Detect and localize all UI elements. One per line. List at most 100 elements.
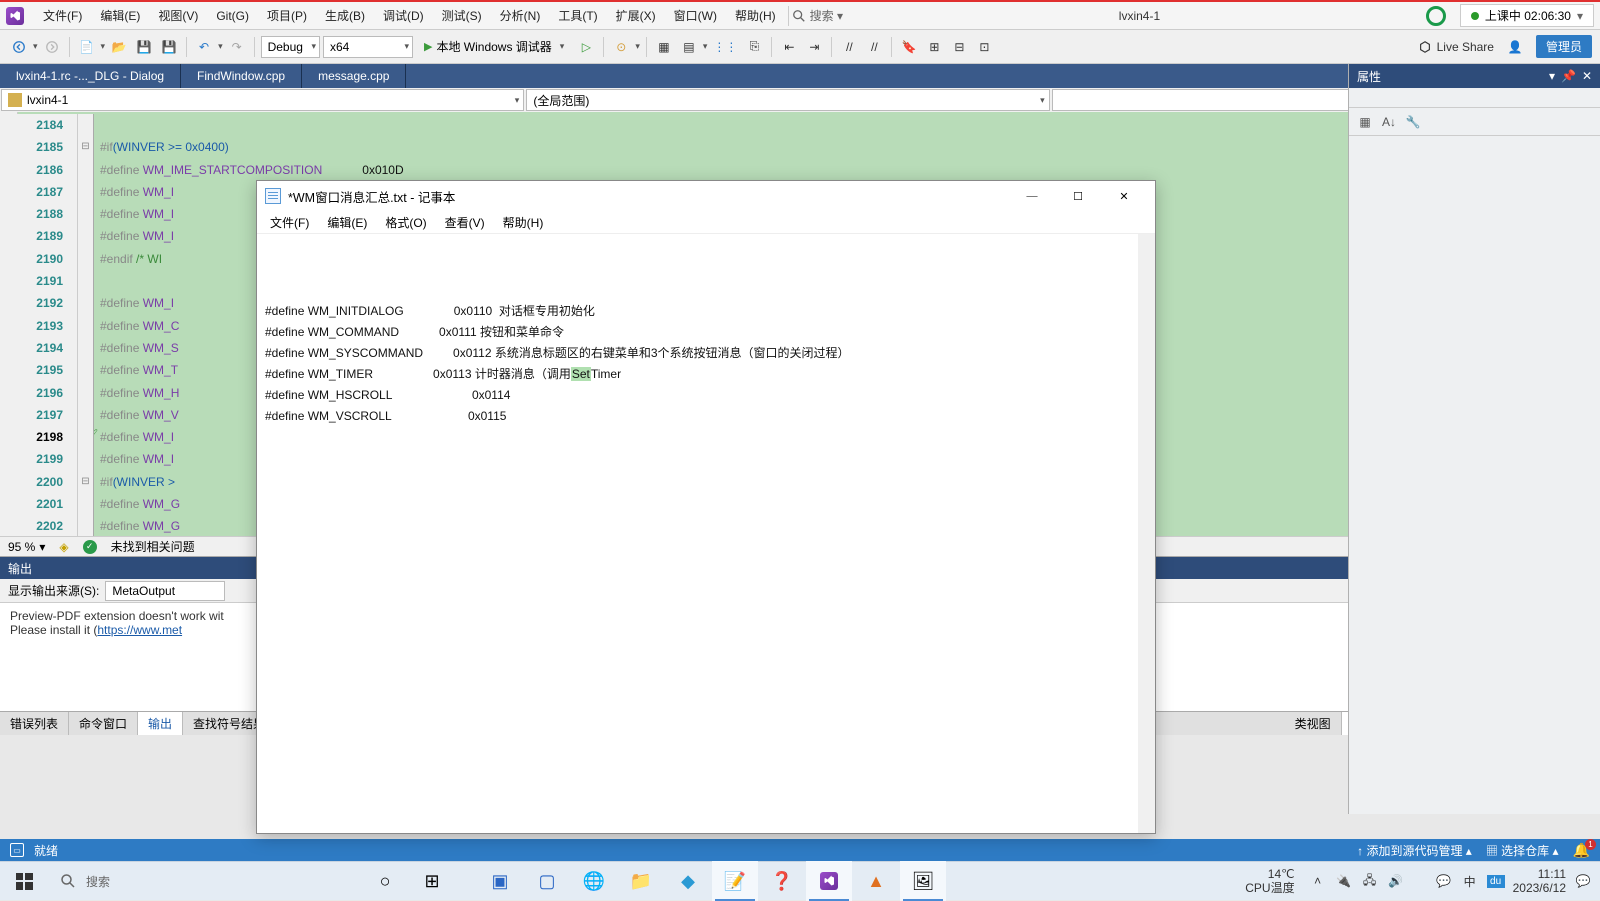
start-debug-button[interactable]: ▶本地 Windows 调试器▾: [416, 36, 572, 58]
tb-icon-4[interactable]: ⎘: [743, 36, 765, 58]
notifications-icon[interactable]: 🔔1: [1573, 842, 1590, 859]
menu-tools[interactable]: 工具(T): [549, 4, 606, 27]
tb-misc-1[interactable]: ⊞: [923, 36, 945, 58]
taskbar-app-1[interactable]: ▣: [477, 861, 523, 901]
nav-scope-combo[interactable]: lvxin4-1: [1, 89, 524, 111]
nav-fwd-button[interactable]: [41, 36, 63, 58]
tab-error-list[interactable]: 错误列表: [0, 712, 69, 735]
tab-output[interactable]: 输出: [138, 712, 183, 735]
np-menu-file[interactable]: 文件(F): [261, 212, 318, 233]
new-item-button[interactable]: 📄: [76, 36, 98, 58]
output-source-combo[interactable]: MetaOutput: [105, 581, 225, 601]
menu-file[interactable]: 文件(F): [34, 4, 91, 27]
menu-test[interactable]: 测试(S): [433, 4, 491, 27]
panel-pin-icon[interactable]: 📌: [1561, 69, 1576, 83]
taskbar-app-4[interactable]: 🖼: [900, 861, 946, 901]
account-icon[interactable]: 👤: [1504, 36, 1526, 58]
menu-analyze[interactable]: 分析(N): [491, 4, 550, 27]
np-menu-view[interactable]: 查看(V): [436, 212, 494, 233]
taskbar-clock[interactable]: 11:11 2023/6/12: [1513, 867, 1566, 896]
nav-back-button[interactable]: [8, 36, 30, 58]
menu-window[interactable]: 窗口(W): [665, 4, 726, 27]
notepad-scrollbar[interactable]: [1138, 234, 1155, 833]
notepad-text-area[interactable]: #define WM_INITDIALOG 0x0110 对话框专用初始化#de…: [257, 233, 1155, 833]
taskbar-app-2[interactable]: ▢: [524, 861, 570, 901]
np-menu-edit[interactable]: 编辑(E): [318, 212, 376, 233]
output-link[interactable]: https://www.met: [97, 623, 182, 637]
menu-project[interactable]: 项目(P): [258, 4, 316, 27]
menu-build[interactable]: 生成(B): [316, 4, 374, 27]
uncomment-button[interactable]: //: [863, 36, 885, 58]
tb-misc-3[interactable]: ⊡: [973, 36, 995, 58]
class-status-badge[interactable]: 上课中 02:06:30 ▾: [1460, 4, 1594, 27]
np-menu-format[interactable]: 格式(O): [376, 212, 435, 233]
repo-select-button[interactable]: ▦ 选择仓库 ▴: [1486, 842, 1559, 859]
menu-extensions[interactable]: 扩展(X): [607, 4, 665, 27]
tab-rc-dialog[interactable]: lvxin4-1.rc -..._DLG - Dialog: [0, 64, 181, 88]
taskbar-notepad[interactable]: 📝: [712, 861, 758, 901]
taskbar-browser[interactable]: 🌐: [571, 861, 617, 901]
panel-close-icon[interactable]: ✕: [1582, 69, 1592, 83]
tb-icon-3[interactable]: ⋮⋮: [710, 36, 740, 58]
notification-center-icon[interactable]: 💬: [1574, 874, 1592, 888]
taskbar-vs[interactable]: [806, 861, 852, 901]
notepad-titlebar[interactable]: *WM窗口消息汇总.txt - 记事本 — ☐ ✕: [257, 181, 1155, 211]
tray-ime-icon[interactable]: 中: [1461, 873, 1479, 890]
redo-button[interactable]: ↷: [226, 36, 248, 58]
warn-icon[interactable]: ◈: [59, 540, 68, 554]
save-all-button[interactable]: 💾: [158, 36, 180, 58]
wrench-icon[interactable]: 🔧: [1403, 112, 1423, 132]
taskbar-search[interactable]: 搜索: [48, 861, 348, 901]
tab-findwindow[interactable]: FindWindow.cpp: [181, 64, 302, 88]
np-menu-help[interactable]: 帮助(H): [494, 212, 553, 233]
tab-class-view[interactable]: 类视图: [1285, 712, 1342, 735]
minimize-button[interactable]: —: [1009, 181, 1055, 211]
platform-dropdown[interactable]: x64: [323, 36, 413, 58]
sort-icon[interactable]: A↓: [1379, 112, 1399, 132]
outdent-button[interactable]: ⇤: [778, 36, 800, 58]
comment-button[interactable]: //: [838, 36, 860, 58]
maximize-button[interactable]: ☐: [1055, 181, 1101, 211]
task-view-icon[interactable]: ⊞: [409, 861, 455, 901]
feedback-icon[interactable]: [1426, 6, 1446, 26]
indent-button[interactable]: ⇥: [803, 36, 825, 58]
categorize-icon[interactable]: ▦: [1355, 112, 1375, 132]
menu-help[interactable]: 帮助(H): [726, 4, 785, 27]
cortana-icon[interactable]: ○: [362, 861, 408, 901]
tray-up-icon[interactable]: ˄: [1309, 874, 1327, 888]
tb-misc-2[interactable]: ⊟: [948, 36, 970, 58]
live-share-button[interactable]: Live Share: [1418, 40, 1494, 54]
nav-type-combo[interactable]: (全局范围): [526, 89, 1049, 111]
menu-edit[interactable]: 编辑(E): [91, 4, 149, 27]
close-button[interactable]: ✕: [1101, 181, 1147, 211]
source-control-button[interactable]: ↑ 添加到源代码管理 ▴: [1357, 842, 1472, 859]
menu-view[interactable]: 视图(V): [149, 4, 207, 27]
panel-menu-icon[interactable]: ▾: [1549, 69, 1555, 83]
tray-wechat-icon[interactable]: 💬: [1435, 874, 1453, 888]
menu-git[interactable]: Git(G): [207, 6, 258, 26]
bookmark-button[interactable]: 🔖: [898, 36, 920, 58]
output-window-icon[interactable]: ▭: [10, 843, 24, 857]
undo-button[interactable]: ↶: [193, 36, 215, 58]
zoom-combo[interactable]: 95 % ▾: [8, 540, 45, 554]
weather-widget[interactable]: 14℃ CPU温度: [1245, 867, 1294, 896]
tab-message[interactable]: message.cpp: [302, 64, 406, 88]
tray-power-icon[interactable]: 🔌: [1335, 874, 1353, 888]
start-button[interactable]: [0, 861, 48, 901]
save-button[interactable]: 💾: [133, 36, 155, 58]
tray-network-icon[interactable]: 🖧: [1361, 871, 1379, 892]
start-nodebug-button[interactable]: ▷: [575, 36, 597, 58]
tray-app-icon[interactable]: du: [1487, 875, 1505, 888]
tb-icon-2[interactable]: ▤: [678, 36, 700, 58]
tab-command-window[interactable]: 命令窗口: [69, 712, 138, 735]
menu-debug[interactable]: 调试(D): [374, 4, 433, 27]
tb-icon-1[interactable]: ▦: [653, 36, 675, 58]
global-search[interactable]: 搜索 ▾: [792, 7, 843, 24]
taskbar-explorer[interactable]: 📁: [618, 861, 664, 901]
open-button[interactable]: 📂: [108, 36, 130, 58]
config-dropdown[interactable]: Debug: [261, 36, 320, 58]
taskbar-app-3[interactable]: ◆: [665, 861, 711, 901]
taskbar-help[interactable]: ❓: [759, 861, 805, 901]
step-tb-icon[interactable]: ⊙: [610, 36, 632, 58]
tray-volume-icon[interactable]: 🔊: [1387, 874, 1405, 888]
